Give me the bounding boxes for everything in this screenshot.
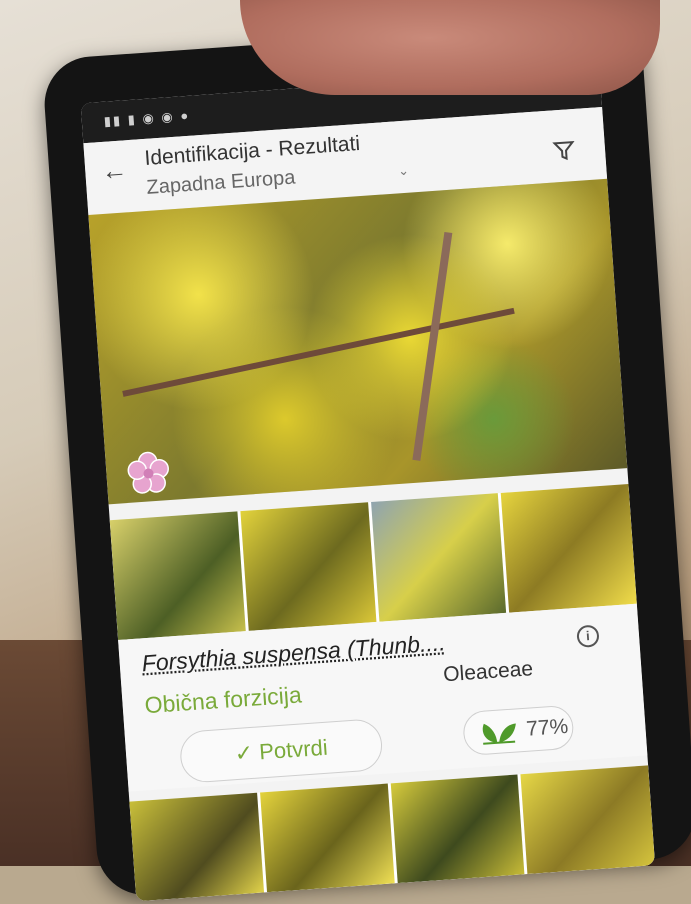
filter-icon[interactable] xyxy=(552,139,575,162)
reference-thumbnail[interactable] xyxy=(390,774,525,884)
reference-thumbnail[interactable] xyxy=(129,792,264,902)
common-name: Obična forzicija xyxy=(143,681,303,719)
phone-screen: ▮▮ ▮ ◉ ◉ ● ▭ ▬ ← Identifikacija - Rezult… xyxy=(80,67,656,902)
reference-thumbnail[interactable] xyxy=(520,765,656,875)
confidence-badge: 77% xyxy=(461,704,575,757)
reference-thumbnail[interactable] xyxy=(109,511,246,641)
info-icon[interactable]: i xyxy=(576,624,600,648)
phone-device: ▮▮ ▮ ◉ ◉ ● ▭ ▬ ← Identifikacija - Rezult… xyxy=(41,18,691,902)
reference-thumbnail[interactable] xyxy=(240,502,376,631)
reference-thumbnail[interactable] xyxy=(259,783,395,893)
reference-thumbnail[interactable] xyxy=(501,484,637,613)
leaf-icon xyxy=(482,723,516,745)
hand xyxy=(240,0,660,95)
region-selector[interactable]: Zapadna Europa xyxy=(146,167,296,200)
confidence-value: 77% xyxy=(525,714,570,741)
branch xyxy=(412,231,453,461)
status-signal-icons: ▮▮ ▮ ◉ ◉ ● xyxy=(103,107,191,129)
chevron-down-icon[interactable]: ⌄ xyxy=(398,163,410,180)
main-plant-photo[interactable] xyxy=(88,178,628,505)
latin-name-link[interactable]: Forsythia suspensa (Thunb.... xyxy=(141,629,446,677)
flower-icon xyxy=(127,451,169,494)
family-name: Oleaceae xyxy=(442,657,534,687)
confirm-button[interactable]: ✓ Potvrdi xyxy=(178,717,384,784)
reference-thumbnail[interactable] xyxy=(370,493,507,622)
page-title: Identifikacija - Rezultati xyxy=(143,131,361,170)
branch xyxy=(122,307,515,397)
back-arrow-icon[interactable]: ← xyxy=(100,154,128,187)
